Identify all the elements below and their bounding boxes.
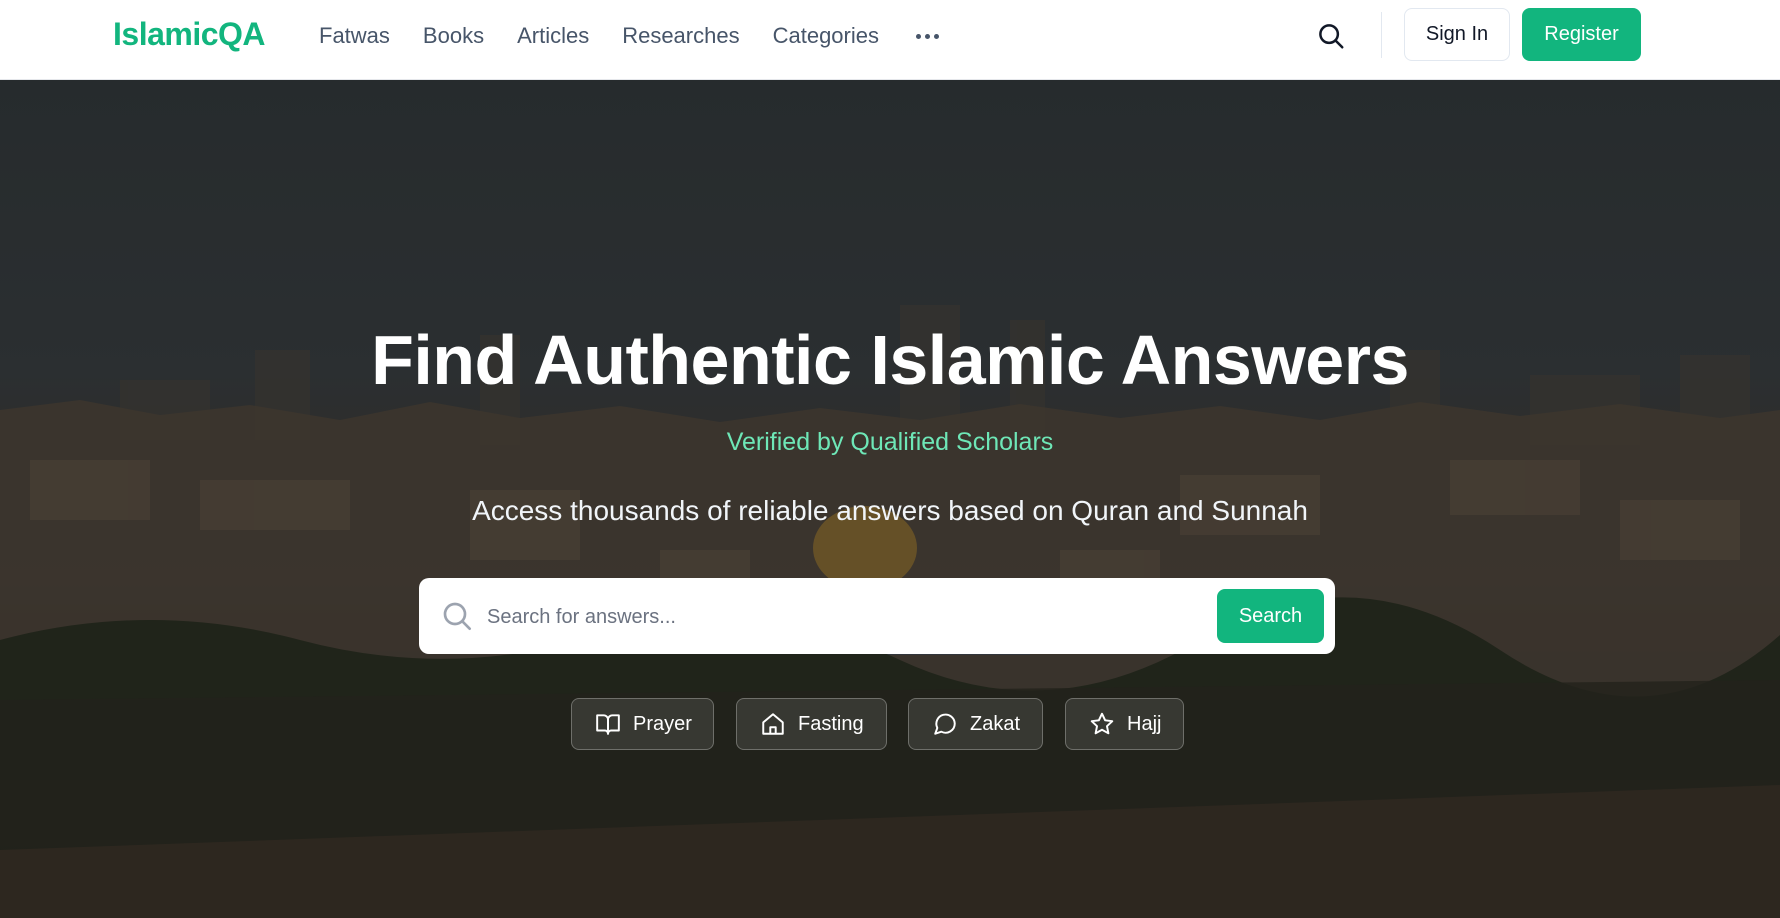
nav-item-fatwas[interactable]: Fatwas (319, 22, 390, 50)
nav-item-books[interactable]: Books (423, 22, 484, 50)
hero-description: Access thousands of reliable answers bas… (472, 495, 1308, 526)
search-icon[interactable] (1316, 21, 1346, 51)
category-chip-hajj[interactable]: Hajj (1065, 698, 1184, 750)
hero-search-box: Search (419, 578, 1335, 654)
sign-in-button[interactable]: Sign In (1404, 8, 1510, 61)
hero-subtitle: Verified by Qualified Scholars (726, 428, 1054, 456)
register-button[interactable]: Register (1522, 8, 1641, 61)
site-logo[interactable]: IslamicQA (113, 16, 266, 53)
search-button[interactable]: Search (1217, 589, 1324, 643)
search-icon (443, 602, 471, 630)
hero-title: Find Authentic Islamic Answers (371, 321, 1409, 399)
category-chip-label: Prayer (633, 712, 692, 735)
top-navbar: IslamicQA Fatwas Books Articles Research… (0, 0, 1780, 80)
book-open-icon (596, 714, 620, 735)
category-chip-label: Hajj (1127, 712, 1162, 735)
header-divider (1381, 12, 1382, 58)
nav-item-articles[interactable]: Articles (517, 22, 589, 50)
search-input[interactable] (485, 596, 1129, 638)
message-circle-icon (934, 713, 956, 735)
star-icon (1090, 712, 1114, 735)
category-chip-zakat[interactable]: Zakat (908, 698, 1043, 750)
category-chip-label: Zakat (970, 712, 1021, 735)
category-chip-label: Fasting (798, 712, 864, 735)
nav-item-researches[interactable]: Researches (622, 22, 739, 50)
main-nav: Fatwas Books Articles Researches Categor… (319, 22, 939, 50)
more-horizontal-icon[interactable] (915, 22, 939, 50)
hero-section: Find Authentic Islamic Answers Verified … (0, 80, 1780, 918)
category-chip-prayer[interactable]: Prayer (571, 698, 714, 750)
nav-item-categories[interactable]: Categories (773, 22, 879, 50)
category-chip-fasting[interactable]: Fasting (736, 698, 887, 750)
home-icon (762, 713, 784, 735)
